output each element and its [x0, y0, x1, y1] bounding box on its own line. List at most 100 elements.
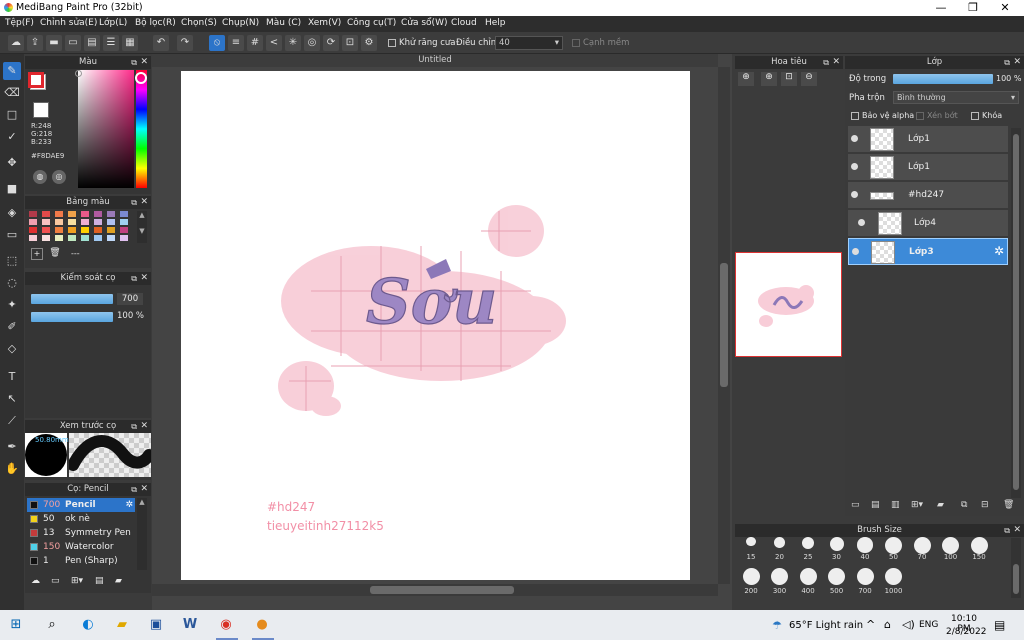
palette-swatch[interactable]	[81, 219, 89, 225]
select-rect-tool-icon[interactable]: ⬚	[3, 252, 21, 270]
chat-icon[interactable]: ▭	[65, 35, 81, 51]
brush-size-scroll-thumb[interactable]	[1013, 564, 1019, 594]
eraser-tool-icon[interactable]: ⌫	[3, 84, 21, 102]
palette-swatch[interactable]	[120, 227, 128, 233]
palette-swatch[interactable]	[107, 227, 115, 233]
visibility-icon[interactable]	[851, 163, 858, 170]
move-tool-icon[interactable]: ✥	[3, 154, 21, 172]
brush-size-option[interactable]	[857, 537, 873, 553]
page-icon[interactable]: ▤	[84, 35, 100, 51]
menu-edit[interactable]: Chỉnh sửa(E)	[40, 18, 97, 28]
menu-cloud[interactable]: Cloud	[451, 18, 477, 28]
add-palette-icon[interactable]: +	[31, 248, 43, 260]
palette-swatch[interactable]	[42, 211, 50, 217]
visibility-icon[interactable]	[851, 191, 858, 198]
gradient-tool-icon[interactable]: ▭	[3, 226, 21, 244]
brush-size-option[interactable]	[829, 537, 844, 551]
palette-swatch[interactable]	[120, 219, 128, 225]
menu-window[interactable]: Cửa sổ(W)	[401, 18, 447, 28]
circle-snap-icon[interactable]: ◎	[304, 35, 320, 51]
network-icon[interactable]: ⌂	[884, 618, 891, 631]
brush-item-ok-ne[interactable]: 50 ok nè	[27, 512, 135, 526]
new-layer-icon[interactable]: ▭	[851, 500, 860, 510]
lock-checkbox[interactable]	[971, 111, 979, 120]
chevron-up-icon[interactable]: ^	[866, 618, 875, 631]
palette-swatch[interactable]	[68, 235, 76, 241]
palette-scrollbar[interactable]: ▲ ▼	[137, 211, 147, 243]
detach-icon[interactable]: ⧉	[1004, 524, 1010, 537]
brush-size-option[interactable]	[913, 537, 931, 554]
search-icon[interactable]: ⌕	[42, 616, 62, 634]
brush-size-scrollbar[interactable]	[1011, 538, 1021, 598]
new-halftone-layer-icon[interactable]: ▤	[871, 500, 880, 510]
delete-layer-icon[interactable]: 🗑	[1003, 500, 1014, 510]
palette-grid[interactable]	[29, 211, 137, 243]
brush-item-pen-sharp[interactable]: 1 Pen (Sharp)	[27, 554, 135, 568]
fill-rect-tool-icon[interactable]: ■	[3, 180, 21, 198]
menu-view[interactable]: Xem(V)	[308, 18, 341, 28]
grid-panel-icon[interactable]: ▦	[122, 35, 138, 51]
close-icon[interactable]: ✕	[140, 272, 148, 285]
menu-color[interactable]: Màu (C)	[266, 18, 301, 28]
clock-date[interactable]: 2/8/2022	[946, 627, 986, 637]
snap-off-icon[interactable]: ⦸	[209, 35, 225, 51]
visibility-icon[interactable]	[858, 219, 865, 226]
brush-opacity-slider[interactable]	[31, 312, 113, 322]
share-icon[interactable]: ⇪	[27, 35, 43, 51]
magic-wand-tool-icon[interactable]: ✦	[3, 296, 21, 314]
select-pen-tool-icon[interactable]: ✐	[3, 318, 21, 336]
zoom-in-alt-icon[interactable]: ⊕	[761, 72, 777, 86]
curve-snap-icon[interactable]: ⟳	[323, 35, 339, 51]
palette-swatch[interactable]	[68, 211, 76, 217]
layer-folder-icon[interactable]: ▰	[937, 500, 944, 510]
smooth-checkbox[interactable]	[572, 38, 580, 47]
eyedropper-tool-icon[interactable]: ✒	[3, 438, 21, 456]
canvas-tab[interactable]: Untitled	[152, 54, 718, 67]
vertical-scroll-thumb[interactable]	[720, 263, 728, 387]
palette-swatch[interactable]	[120, 211, 128, 217]
cloud-icon[interactable]: ☁	[8, 35, 24, 51]
brush-size-option[interactable]	[774, 537, 785, 548]
new-1bit-layer-icon[interactable]: ▥	[891, 500, 900, 510]
hand-tool-icon[interactable]: ✋	[3, 460, 21, 478]
blend-mode-select[interactable]: Bình thường ▾	[893, 91, 1019, 104]
radial-snap-icon[interactable]: ✳	[285, 35, 301, 51]
layers-scroll-thumb[interactable]	[1013, 134, 1019, 490]
primary-color-swatch[interactable]	[28, 72, 44, 88]
palette-swatch[interactable]	[120, 235, 128, 241]
add-brush-icon[interactable]: ⊞▾	[71, 576, 83, 586]
brush-size-option[interactable]	[970, 537, 988, 554]
vertical-scrollbar[interactable]	[718, 67, 730, 584]
detach-icon[interactable]: ⧉	[131, 196, 137, 209]
close-icon[interactable]: ✕	[140, 420, 148, 433]
detach-icon[interactable]: ⧉	[131, 483, 137, 496]
palette-swatch[interactable]	[94, 227, 102, 233]
detach-icon[interactable]: ⧉	[131, 420, 137, 433]
palette-swatch[interactable]	[55, 211, 63, 217]
parallel-snap-icon[interactable]: ≡	[228, 35, 244, 51]
menu-filter[interactable]: Bộ lọc(R)	[135, 18, 176, 28]
brush-size-option[interactable]	[742, 568, 760, 585]
add-layer-menu-icon[interactable]: ⊞▾	[911, 500, 923, 510]
clipping-checkbox[interactable]	[916, 111, 924, 120]
maximize-button[interactable]: ❐	[958, 0, 988, 16]
file-explorer-icon[interactable]: ▰	[112, 616, 132, 634]
palette-swatch[interactable]	[55, 219, 63, 225]
windows-start-icon[interactable]: ⊞	[6, 616, 26, 634]
layer-row[interactable]: Lớp4	[848, 210, 1008, 237]
volume-icon[interactable]: ◁)	[902, 618, 915, 631]
menu-select[interactable]: Chọn(S)	[181, 18, 217, 28]
horizontal-scroll-thumb[interactable]	[370, 586, 514, 594]
palette-swatch[interactable]	[81, 211, 89, 217]
shape-tool-icon[interactable]: □	[3, 106, 21, 124]
palette-swatch[interactable]	[29, 219, 37, 225]
palette-swatch[interactable]	[42, 219, 50, 225]
fit-screen-icon[interactable]: ⊡	[781, 72, 797, 86]
store-icon[interactable]: ▣	[146, 616, 166, 634]
palette-swatch[interactable]	[81, 235, 89, 241]
layers-scrollbar[interactable]	[1011, 128, 1021, 498]
folder-icon[interactable]: ▰	[115, 576, 122, 586]
protect-alpha-checkbox[interactable]	[851, 111, 859, 120]
pen-tool-icon[interactable]: ✓	[3, 128, 21, 146]
weather-text[interactable]: 65°F Light rain	[789, 620, 863, 631]
